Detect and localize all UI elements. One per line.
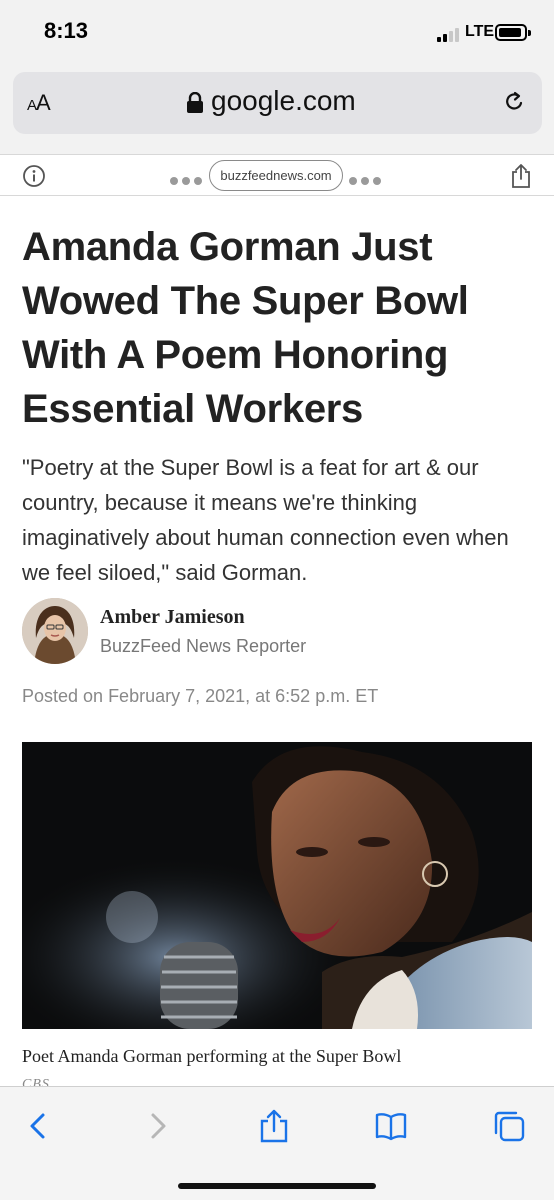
dots-left-icon — [170, 172, 206, 185]
posted-date: Posted on February 7, 2021, at 6:52 p.m.… — [22, 686, 379, 706]
article-dek: "Poetry at the Super Bowl is a feat for … — [22, 455, 509, 585]
site-domain-pill[interactable]: buzzfeednews.com — [209, 160, 343, 191]
home-indicator[interactable] — [178, 1183, 376, 1189]
article-photo — [22, 742, 532, 1029]
site-header-strip: buzzfeednews.com — [0, 154, 554, 196]
url-text[interactable]: google.com — [211, 85, 356, 117]
article-headline: Amanda Gorman Just Wowed The Super Bowl … — [22, 225, 469, 431]
author-name[interactable]: Amber Jamieson — [100, 606, 245, 629]
share-icon[interactable] — [257, 1109, 291, 1143]
dots-right-icon — [349, 172, 385, 185]
text-size-button[interactable]: AA — [27, 90, 51, 116]
avatar[interactable] — [22, 598, 88, 664]
lock-icon — [187, 92, 203, 113]
status-time: 8:13 — [44, 18, 89, 43]
status-bar: 8:13 LTE — [0, 0, 554, 62]
author-role: BuzzFeed News Reporter — [100, 636, 307, 656]
browser-toolbar — [0, 1086, 554, 1200]
share-icon[interactable] — [510, 163, 532, 189]
chevron-right-icon[interactable] — [140, 1109, 174, 1143]
address-bar[interactable]: AA google.com — [13, 72, 542, 134]
photo-caption: Poet Amanda Gorman performing at the Sup… — [22, 1046, 402, 1066]
byline[interactable]: Amber Jamieson BuzzFeed News Reporter — [22, 598, 532, 666]
chevron-left-icon[interactable] — [22, 1109, 56, 1143]
article: Amanda Gorman Just Wowed The Super Bowl … — [22, 196, 532, 590]
battery-icon — [495, 24, 531, 41]
tabs-icon[interactable] — [492, 1109, 526, 1143]
browser-top-bar: AA google.com — [0, 62, 554, 154]
info-icon[interactable] — [22, 164, 46, 188]
book-icon[interactable] — [374, 1109, 408, 1143]
signal-strength-icon — [437, 26, 463, 42]
reload-icon[interactable] — [502, 90, 526, 114]
network-type: LTE — [465, 23, 495, 40]
